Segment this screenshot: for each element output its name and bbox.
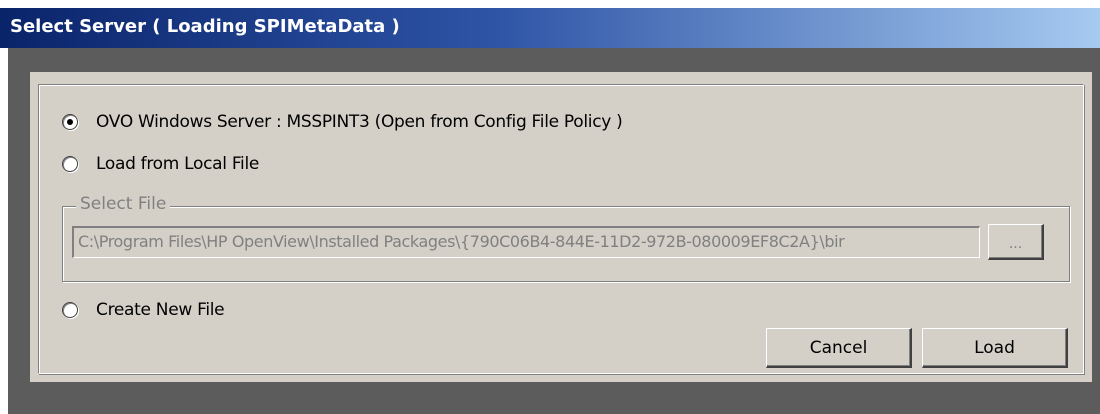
left-edge <box>0 48 8 414</box>
cancel-button[interactable]: Cancel <box>766 328 912 368</box>
server-radio[interactable] <box>62 114 78 130</box>
local-file-option-label[interactable]: Load from Local File <box>96 154 259 174</box>
window-title: Select Server ( Loading SPIMetaData ) <box>10 16 400 37</box>
create-new-option-label[interactable]: Create New File <box>96 300 225 320</box>
create-new-option-row[interactable]: Create New File <box>62 298 225 322</box>
local-file-option-row[interactable]: Load from Local File <box>62 152 259 176</box>
load-button[interactable]: Load <box>922 328 1068 368</box>
server-option-label[interactable]: OVO Windows Server : MSSPINT3 (Open from… <box>96 112 623 132</box>
server-option-row[interactable]: OVO Windows Server : MSSPINT3 (Open from… <box>62 110 623 134</box>
select-server-dialog: Select Server ( Loading SPIMetaData ) OV… <box>0 0 1100 414</box>
browse-button[interactable]: ... <box>988 224 1044 260</box>
local-file-radio[interactable] <box>62 156 78 172</box>
select-file-legend: Select File <box>76 194 171 214</box>
create-new-radio[interactable] <box>62 302 78 318</box>
title-bar[interactable]: Select Server ( Loading SPIMetaData ) <box>0 8 1100 48</box>
file-path-field[interactable]: C:\Program Files\HP OpenView\Installed P… <box>72 226 980 258</box>
top-strip <box>0 0 1100 8</box>
